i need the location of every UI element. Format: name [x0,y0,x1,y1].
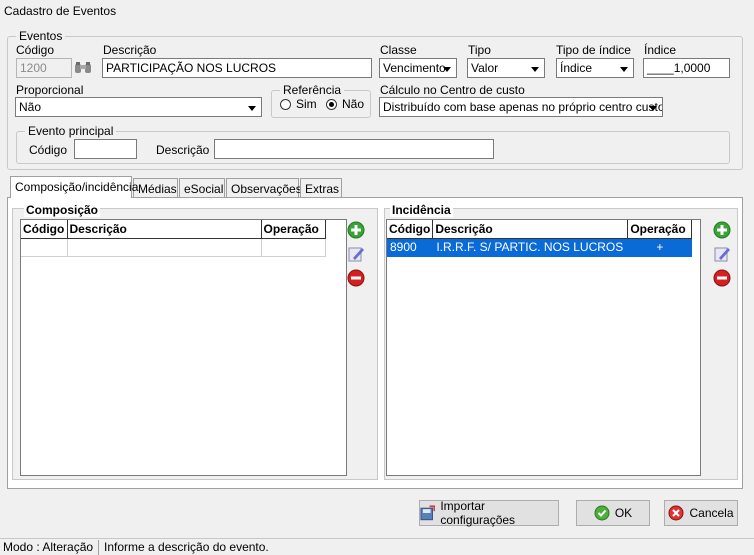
incidencia-remove-button[interactable] [712,268,732,288]
tipo-indice-select[interactable]: Índice [556,58,634,78]
status-mode: Modo : Alteração [0,540,99,555]
proporcional-value: Não [19,100,42,114]
tipo-indice-value: Índice [560,61,593,75]
codigo-field[interactable]: 1200 [16,58,72,78]
status-message: Informe a descrição do evento. [104,540,269,554]
incidencia-col-operacao[interactable]: Operação [627,220,693,239]
evento-principal-legend: Evento principal [28,124,114,138]
cancel-icon [668,505,684,521]
tab-esocial[interactable]: eSocial [179,178,225,198]
binoculars-icon [75,62,91,73]
calculo-select[interactable]: Distribuído com base apenas no próprio c… [379,97,663,117]
incidencia-title: Incidência [390,203,453,217]
search-codigo-button[interactable] [73,58,93,78]
importar-label: Importar configurações [440,499,516,527]
referencia-sim-label[interactable]: Sim [296,97,317,111]
chevron-down-icon[interactable] [439,60,455,76]
codigo-value: 1200 [20,61,47,75]
composicao-add-button[interactable] [346,220,366,240]
tab-extras[interactable]: Extras [300,178,342,198]
chevron-down-icon[interactable] [527,60,543,76]
cancela-label: Cancela [689,506,734,520]
table-cell[interactable] [261,238,326,257]
add-icon [713,221,731,239]
add-icon [347,221,365,239]
tipo-indice-label: Tipo de índice [556,43,631,57]
remove-icon [347,269,365,287]
incidencia-col-descricao[interactable]: Descrição [432,220,629,239]
cancela-button[interactable]: Cancela [664,500,738,526]
import-icon [420,505,436,521]
classe-value: Vencimento [383,61,446,75]
evento-principal-codigo-label: Código [29,143,68,157]
composicao-col-codigo[interactable]: Código [21,220,68,239]
incidencia-table: Código Descrição Operação 8900 I.R.R.F. … [387,220,693,257]
incidencia-grid[interactable]: Código Descrição Operação 8900 I.R.R.F. … [386,219,701,476]
tipo-value: Valor [471,61,499,75]
indice-label: Índice [644,43,677,57]
importar-configuracoes-button[interactable]: Importar configurações [419,499,559,527]
window-title: Cadastro de Eventos [4,4,117,18]
incidencia-row-codigo[interactable]: 8900 [387,238,434,257]
tipo-select[interactable]: Valor [467,58,545,78]
check-icon [594,505,610,521]
evento-principal-descricao-input[interactable] [214,139,494,159]
composicao-table: Código Descrição Operação [21,220,326,257]
indice-value: ____1,0000 [647,61,711,75]
referencia-legend: Referência [283,83,342,97]
chevron-down-icon[interactable] [244,99,260,115]
calculo-value: Distribuído com base apenas no próprio c… [383,100,663,114]
incidencia-add-button[interactable] [712,220,732,240]
evento-principal-codigo-input[interactable] [74,139,137,159]
status-bar: Modo : Alteração Informe a descrição do … [0,538,754,555]
composicao-title: Composição [24,203,101,217]
tab-panel: Composição Código Descrição Operação Inc… [7,197,743,489]
classe-label: Classe [380,43,417,57]
chevron-down-icon[interactable] [616,60,632,76]
composicao-grid[interactable]: Código Descrição Operação [20,219,347,476]
proporcional-select[interactable]: Não [15,97,262,117]
referencia-sim-radio[interactable] [280,99,291,110]
incidencia-edit-button[interactable] [712,244,732,264]
tipo-label: Tipo [468,43,491,57]
edit-icon [348,247,364,262]
calculo-label: Cálculo no Centro de custo [380,83,525,97]
edit-icon [714,247,730,262]
codigo-label: Código [16,43,55,57]
proporcional-label: Proporcional [16,83,84,97]
composicao-col-descricao[interactable]: Descrição [67,220,262,239]
incidencia-row-operacao[interactable]: + [627,238,693,257]
tab-composicao-incidencia[interactable]: Composição/incidência [10,176,138,198]
chevron-down-icon[interactable] [645,99,661,115]
descricao-label: Descrição [103,43,157,57]
referencia-nao-label[interactable]: Não [342,97,364,111]
tab-observacoes[interactable]: Observações [226,178,302,198]
referencia-nao-radio[interactable] [326,99,337,110]
table-cell[interactable] [67,238,262,257]
indice-input[interactable]: ____1,0000 [643,58,730,78]
descricao-value: PARTICIPAÇÃO NOS LUCROS [106,61,277,75]
composicao-remove-button[interactable] [346,268,366,288]
ok-button[interactable]: OK [576,500,650,526]
table-cell[interactable] [21,238,68,257]
table-row[interactable]: 8900 I.R.R.F. S/ PARTIC. NOS LUCROS + [387,238,693,257]
table-row[interactable] [21,238,326,257]
composicao-col-operacao[interactable]: Operação [261,220,326,239]
classe-select[interactable]: Vencimento [379,58,457,78]
evento-principal-descricao-label: Descrição [156,143,210,157]
ok-label: OK [614,506,633,520]
remove-icon [713,269,731,287]
tab-medias[interactable]: Médias [133,178,178,198]
composicao-edit-button[interactable] [346,244,366,264]
incidencia-col-codigo[interactable]: Código [387,220,434,239]
incidencia-row-descricao[interactable]: I.R.R.F. S/ PARTIC. NOS LUCROS [432,238,629,257]
eventos-legend: Eventos [19,29,63,43]
descricao-input[interactable]: PARTICIPAÇÃO NOS LUCROS [102,58,372,78]
